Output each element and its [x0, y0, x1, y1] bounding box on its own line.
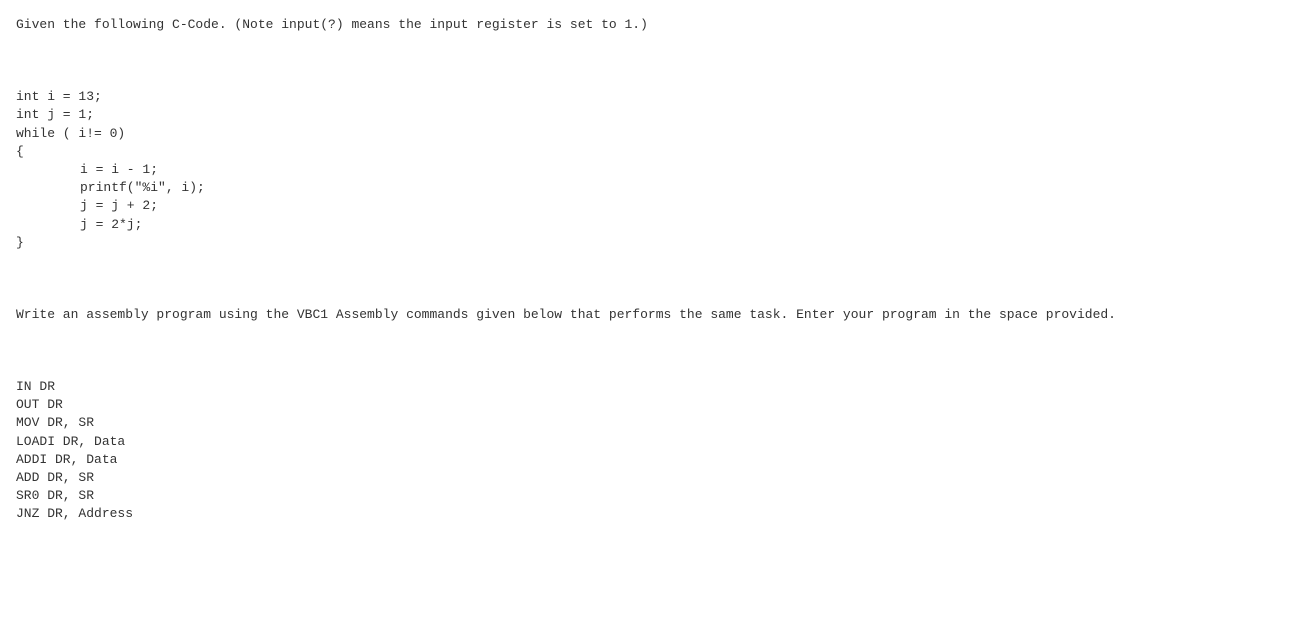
intro-text: Given the following C-Code. (Note input(… [16, 16, 1292, 34]
code-line: int j = 1; [16, 106, 1292, 124]
code-line: } [16, 234, 1292, 252]
asm-line: OUT DR [16, 396, 1292, 414]
spacer [16, 34, 1292, 88]
asm-line: JNZ DR, Address [16, 505, 1292, 523]
asm-line: IN DR [16, 378, 1292, 396]
asm-line: ADDI DR, Data [16, 451, 1292, 469]
code-line: int i = 13; [16, 88, 1292, 106]
asm-line: ADD DR, SR [16, 469, 1292, 487]
code-line: { [16, 143, 1292, 161]
asm-line: MOV DR, SR [16, 414, 1292, 432]
code-line: i = i - 1; [16, 161, 1292, 179]
code-line: printf("%i", i); [16, 179, 1292, 197]
asm-line: LOADI DR, Data [16, 433, 1292, 451]
code-line: j = 2*j; [16, 216, 1292, 234]
code-line: j = j + 2; [16, 197, 1292, 215]
spacer [16, 252, 1292, 306]
spacer [16, 324, 1292, 378]
asm-line: SR0 DR, SR [16, 487, 1292, 505]
code-line: while ( i!= 0) [16, 125, 1292, 143]
instruction-text: Write an assembly program using the VBC1… [16, 306, 1292, 324]
